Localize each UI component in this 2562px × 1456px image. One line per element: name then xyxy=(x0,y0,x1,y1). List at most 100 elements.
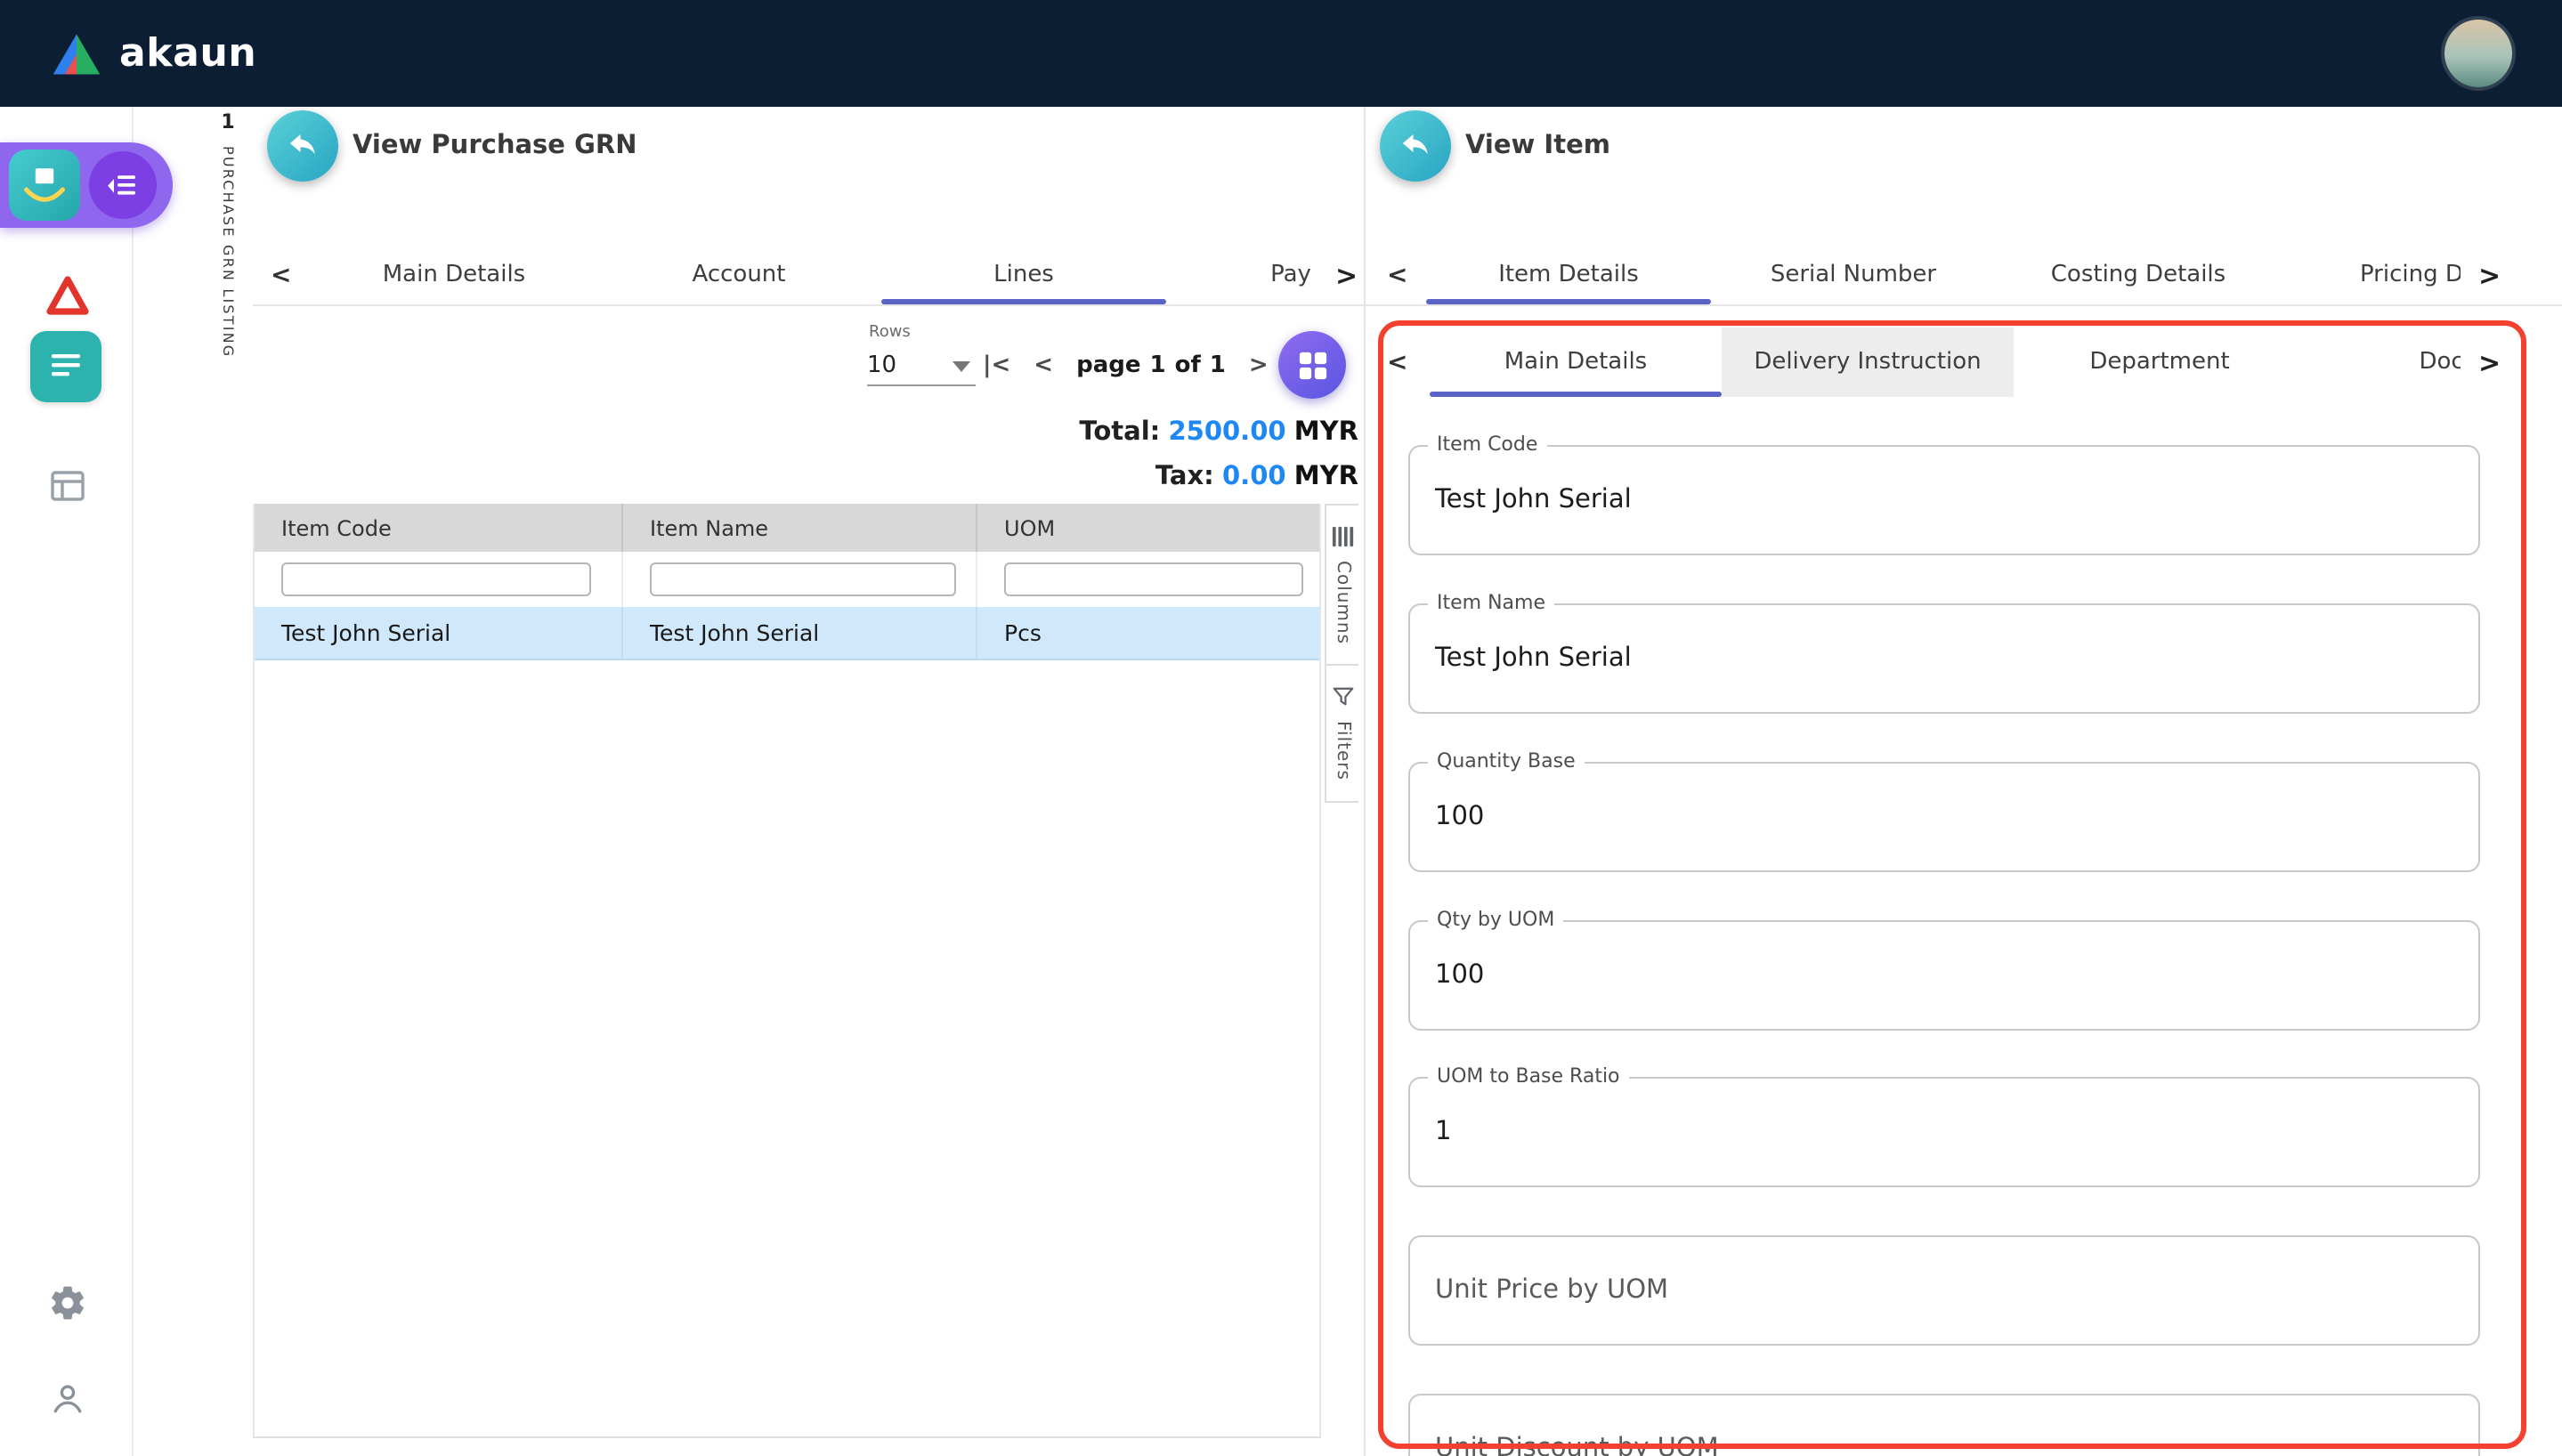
user-avatar[interactable] xyxy=(2444,20,2512,87)
settings-button[interactable] xyxy=(46,1282,87,1323)
workspace-tab-strip: 1 PURCHASE GRN LISTING xyxy=(210,110,246,358)
grn-tab-bar: < Main Details Account Lines Pay > xyxy=(253,246,1364,304)
page-word: page xyxy=(1076,352,1141,379)
field-qty-by-uom[interactable]: Qty by UOM 100 xyxy=(1408,908,2480,1031)
total-currency: MYR xyxy=(1293,418,1358,447)
rows-per-page-value: 10 xyxy=(867,352,897,378)
table-row[interactable]: Test John Serial Test John Serial Pcs xyxy=(255,607,1319,660)
akaun-logo[interactable]: akaun xyxy=(50,31,256,76)
field-label: Quantity Base xyxy=(1428,749,1585,772)
tab-label: Account xyxy=(692,262,786,288)
filter-cell xyxy=(255,552,623,607)
cell-uom: Pcs xyxy=(1004,619,1042,646)
grn-tabs-scroll-right[interactable]: > xyxy=(1317,246,1364,304)
field-uom-to-base-ratio[interactable]: UOM to Base Ratio 1 xyxy=(1408,1064,2480,1187)
tab-label: Main Details xyxy=(382,262,526,288)
field-item-name[interactable]: Item Name Test John Serial xyxy=(1408,591,2480,714)
grn-tab-account[interactable]: Account xyxy=(596,246,881,304)
item-back-button[interactable] xyxy=(1380,110,1451,182)
hands-box-icon xyxy=(24,168,65,202)
subtab-main-details[interactable]: Main Details xyxy=(1430,328,1722,397)
rows-per-page-select[interactable]: 10 xyxy=(867,345,976,386)
outlined-table-icon xyxy=(50,470,84,500)
field-label: Item Name xyxy=(1428,591,1554,614)
workspace-tab-label[interactable]: PURCHASE GRN LISTING xyxy=(220,146,236,358)
grn-back-button[interactable] xyxy=(267,110,338,182)
field-value: 100 xyxy=(1435,961,1485,990)
table-filter-row xyxy=(255,552,1319,607)
page-count: 1 xyxy=(1209,352,1226,379)
rows-label: Rows xyxy=(869,324,911,342)
filters-toggle[interactable]: Filters xyxy=(1326,666,1358,802)
menu-open-button[interactable] xyxy=(89,151,157,219)
tab-label: Serial Number xyxy=(1770,262,1937,288)
field-label: Item Code xyxy=(1428,433,1547,456)
pagination: |< < page1of1 > >| xyxy=(983,345,1319,386)
filter-item-code-input[interactable] xyxy=(281,562,591,596)
column-header-item-name[interactable]: Item Name xyxy=(623,504,977,552)
field-item-code[interactable]: Item Code Test John Serial xyxy=(1408,433,2480,555)
grid-icon xyxy=(1298,351,1326,379)
field-value: Test John Serial xyxy=(1435,486,1632,514)
subtab-department[interactable]: Department xyxy=(2014,328,2306,397)
field-unit-price-by-uom[interactable]: Unit Price by UOM xyxy=(1408,1235,2480,1346)
item-tab-bar: < Item Details Serial Number Costing Det… xyxy=(1366,246,2562,304)
grn-tabs-scroll-left-icon[interactable]: < xyxy=(271,246,291,304)
subtab-delivery-instruction[interactable]: Delivery Instruction xyxy=(1722,328,2014,397)
listing-app-icon[interactable] xyxy=(30,331,101,402)
total-line: Total: 2500.00 MYR xyxy=(1079,411,1358,456)
menu-open-icon xyxy=(108,175,135,195)
filter-cell xyxy=(623,552,977,607)
page-indicator: page 1 of 1 xyxy=(1076,352,1226,379)
person-icon xyxy=(53,1384,81,1412)
grn-tab-lines[interactable]: Lines xyxy=(881,246,1166,304)
back-arrow-icon xyxy=(289,134,315,155)
tab-label: Department xyxy=(2089,349,2230,376)
columns-label: Columns xyxy=(1333,561,1352,645)
grn-tab-main-details[interactable]: Main Details xyxy=(312,246,596,304)
prev-page-button[interactable]: < xyxy=(1034,352,1053,379)
column-header-item-code[interactable]: Item Code xyxy=(255,504,623,552)
item-tabs-scroll-right[interactable]: > xyxy=(2461,246,2562,304)
active-app-pill[interactable] xyxy=(0,142,173,228)
subtabs-scroll-left-icon[interactable]: < xyxy=(1387,328,1407,397)
chevron-down-icon xyxy=(953,361,970,372)
next-page-button[interactable]: > xyxy=(1249,352,1269,379)
item-tab-costing-details[interactable]: Costing Details xyxy=(1996,246,2281,304)
total-value: 2500.00 xyxy=(1168,418,1286,447)
totals-block: Total: 2500.00 MYR Tax: 0.00 MYR xyxy=(1079,411,1358,500)
first-page-button[interactable]: |< xyxy=(983,352,1010,379)
field-value: Test John Serial xyxy=(1435,644,1632,673)
item-panel-title: View Item xyxy=(1465,132,1610,160)
item-tabs-scroll-left-icon[interactable]: < xyxy=(1387,246,1407,304)
column-header-uom[interactable]: UOM xyxy=(977,504,1319,552)
tax-label: Tax: xyxy=(1155,463,1214,491)
chevron-right-icon: > xyxy=(2478,259,2501,291)
grn-panel-title: View Purchase GRN xyxy=(353,132,637,160)
tab-label: Pay xyxy=(1270,262,1311,288)
cell-item-code: Test John Serial xyxy=(255,607,623,659)
grn-app-icon[interactable] xyxy=(9,150,80,221)
sidebar xyxy=(0,107,173,1456)
tax-line: Tax: 0.00 MYR xyxy=(1079,456,1358,500)
field-unit-discount-by-uom[interactable]: Unit Discount by UOM xyxy=(1408,1394,2480,1456)
pdf-icon[interactable] xyxy=(43,272,93,319)
account-button[interactable] xyxy=(46,1378,87,1419)
field-placeholder-label: Unit Price by UOM xyxy=(1435,1276,1669,1305)
tab-label: Item Details xyxy=(1498,262,1639,288)
logo-text: akaun xyxy=(119,31,257,76)
table-list-icon[interactable] xyxy=(45,463,89,507)
field-quantity-base[interactable]: Quantity Base 100 xyxy=(1408,749,2480,872)
filters-label: Filters xyxy=(1333,721,1352,781)
tab-label: Costing Details xyxy=(2050,262,2226,288)
subtabs-scroll-right[interactable]: > xyxy=(2461,328,2562,397)
cell-item-name: Test John Serial xyxy=(623,607,977,659)
columns-icon xyxy=(1331,526,1353,547)
item-tab-serial-number[interactable]: Serial Number xyxy=(1711,246,1996,304)
filter-uom-input[interactable] xyxy=(1004,562,1303,596)
item-tab-item-details[interactable]: Item Details xyxy=(1426,246,1711,304)
columns-toggle[interactable]: Columns xyxy=(1326,506,1358,667)
app-window: akaun 1 PURCHASE GRN LISTING View Purcha… xyxy=(0,0,2562,1456)
grid-view-button[interactable] xyxy=(1278,331,1346,399)
filter-item-name-input[interactable] xyxy=(650,562,956,596)
